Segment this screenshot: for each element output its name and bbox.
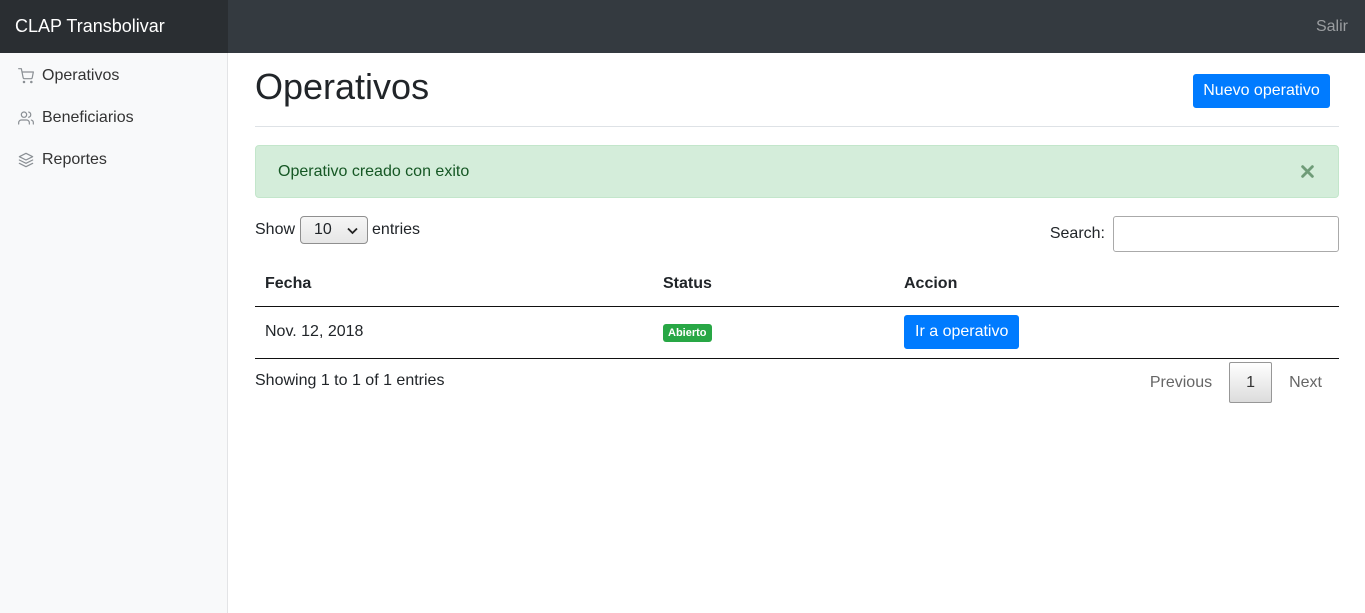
entries-length-control: Show 10 entries [255, 216, 420, 244]
search-control: Search: [1050, 216, 1339, 252]
cell-status: Abierto [653, 306, 894, 359]
entries-select-value: 10 [314, 221, 332, 238]
table-header-row: Fecha Status Accion [255, 262, 1339, 307]
sidebar-item-label: Beneficiarios [42, 109, 134, 126]
sidebar: Operativos Beneficiarios Reportes [0, 53, 228, 613]
sidebar-item-beneficiarios[interactable]: Beneficiarios [18, 107, 134, 129]
search-input[interactable] [1113, 216, 1339, 252]
operativos-table: Fecha Status Accion Nov. 12, 2018 Abiert… [255, 262, 1339, 359]
entries-select[interactable]: 10 [300, 216, 369, 244]
close-icon [1301, 165, 1314, 178]
logout-link[interactable]: Salir [1316, 0, 1348, 53]
success-alert: Operativo creado con exito [255, 145, 1339, 198]
pagination: Previous 1 Next [1133, 362, 1339, 403]
alert-close-button[interactable] [1301, 146, 1314, 197]
layers-icon [18, 152, 34, 168]
table-row: Nov. 12, 2018 Abierto Ir a operativo [255, 306, 1339, 359]
sidebar-item-reportes[interactable]: Reportes [18, 149, 107, 171]
title-divider [255, 126, 1339, 127]
users-icon [18, 111, 34, 125]
alert-message: Operativo creado con exito [278, 163, 470, 180]
cart-icon [18, 68, 34, 84]
search-label: Search: [1049, 225, 1105, 242]
new-operativo-button[interactable]: Nuevo operativo [1193, 74, 1330, 108]
sidebar-item-operativos[interactable]: Operativos [18, 65, 119, 87]
pagination-next[interactable]: Next [1272, 362, 1339, 403]
cell-fecha: Nov. 12, 2018 [255, 306, 653, 359]
column-header-fecha[interactable]: Fecha [255, 262, 653, 307]
brand-title[interactable]: CLAP Transbolivar [0, 0, 228, 53]
cell-accion: Ir a operativo [894, 306, 1339, 359]
top-navbar: CLAP Transbolivar Salir [0, 0, 1365, 53]
column-header-accion[interactable]: Accion [894, 262, 1339, 307]
sidebar-item-label: Operativos [42, 67, 120, 84]
pagination-previous[interactable]: Previous [1133, 362, 1229, 403]
pagination-page-current[interactable]: 1 [1229, 362, 1273, 403]
ir-a-operativo-button[interactable]: Ir a operativo [904, 315, 1020, 349]
column-header-status[interactable]: Status [653, 262, 894, 307]
table-info: Showing 1 to 1 of 1 entries [255, 372, 445, 389]
length-suffix: entries [372, 221, 421, 238]
chevron-down-icon [347, 227, 358, 235]
length-prefix: Show [255, 221, 296, 238]
page-title: Operativos [255, 66, 430, 107]
status-badge: Abierto [663, 323, 712, 342]
sidebar-item-label: Reportes [42, 151, 107, 168]
